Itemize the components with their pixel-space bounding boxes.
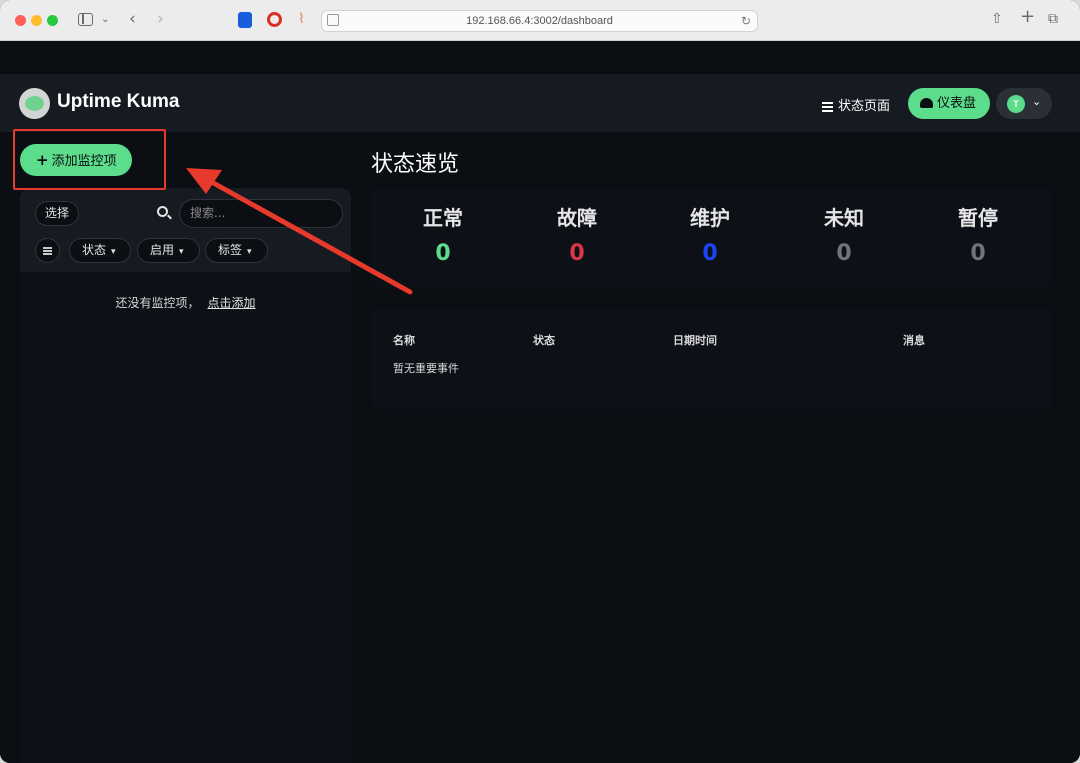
empty-monitor-list: 还没有监控项， 点击添加 [20, 294, 351, 311]
top-strip [0, 41, 1080, 74]
page-title: 状态速览 [371, 152, 460, 177]
tab-overview-icon[interactable]: ⧉ [1048, 11, 1058, 27]
annotation-highlight-box [13, 129, 166, 190]
important-events-card: 名称 状态 日期时间 消息 暂无重要事件 [371, 308, 1052, 410]
active-filter-label: 启用 [150, 243, 175, 257]
chevron-down-icon: ▾ [247, 247, 252, 257]
dashboard-label: 仪表盘 [937, 96, 977, 111]
list-toggle-button[interactable] [35, 238, 60, 263]
zoom-window-button[interactable] [47, 15, 58, 26]
browser-window: ⌄ ‹ › ⌇ 192.168.66.4:3002/dashboard ↻ ⇧ … [0, 0, 1080, 763]
add-monitor-link[interactable]: 点击添加 [208, 296, 256, 310]
chevron-down-icon: ⌄ [1032, 95, 1042, 108]
close-window-button[interactable] [15, 15, 26, 26]
stat-unknown-value: 0 [836, 241, 852, 266]
stat-paused: 暂停 0 [918, 202, 1038, 266]
stat-unknown: 未知 0 [784, 202, 904, 266]
monitor-list-panel: 选择 搜索... 状态 ▾ 启用 ▾ 标签 ▾ 还没有监控项， 点击添加 [20, 188, 351, 763]
browser-toolbar: ⌄ ‹ › ⌇ 192.168.66.4:3002/dashboard ↻ ⇧ … [0, 0, 1080, 41]
stat-unknown-label: 未知 [824, 206, 864, 230]
profile-menu-button[interactable]: T ⌄ [996, 88, 1052, 119]
stat-down: 故障 0 [517, 202, 637, 266]
status-overview-card: 正常 0 故障 0 维护 0 未知 0 暂停 0 [371, 188, 1052, 288]
column-header-name: 名称 [393, 334, 415, 347]
column-header-status: 状态 [533, 334, 555, 347]
status-page-link[interactable]: 状态页面 [822, 95, 890, 114]
back-icon[interactable]: ‹ [129, 11, 136, 28]
address-bar[interactable]: 192.168.66.4:3002/dashboard ↻ [321, 10, 758, 32]
forward-icon[interactable]: › [157, 11, 164, 28]
active-filter[interactable]: 启用 ▾ [137, 238, 200, 263]
chevron-down-icon: ▾ [179, 247, 184, 257]
rss-icon[interactable]: ⌇ [298, 11, 305, 27]
column-header-message: 消息 [903, 334, 925, 347]
column-header-datetime: 日期时间 [673, 334, 717, 347]
dashboard-button[interactable]: 仪表盘 [908, 88, 990, 119]
password-manager-extension-icon[interactable] [238, 12, 252, 28]
status-page-label: 状态页面 [838, 99, 891, 114]
uptime-kuma-logo[interactable] [19, 88, 50, 119]
search-icon [157, 206, 168, 217]
stat-down-value: 0 [569, 241, 585, 266]
page-settings-icon[interactable] [327, 14, 339, 26]
stat-up: 正常 0 [383, 202, 503, 266]
sidebar-toggle-icon[interactable] [78, 13, 93, 26]
new-tab-icon[interactable]: + [1020, 8, 1035, 26]
stat-paused-value: 0 [970, 241, 986, 266]
stat-up-label: 正常 [423, 206, 463, 230]
minimize-window-button[interactable] [31, 15, 42, 26]
monitor-list-header: 选择 搜索... 状态 ▾ 启用 ▾ 标签 ▾ [20, 188, 351, 272]
url-text: 192.168.66.4:3002/dashboard [466, 15, 613, 27]
select-button[interactable]: 选择 [35, 201, 79, 226]
brand-name[interactable]: Uptime Kuma [57, 91, 179, 113]
reload-icon[interactable]: ↻ [741, 11, 751, 31]
chevron-down-icon[interactable]: ⌄ [101, 12, 109, 28]
tags-filter[interactable]: 标签 ▾ [205, 238, 268, 263]
status-filter-label: 状态 [82, 243, 107, 257]
search-input[interactable]: 搜索... [179, 199, 343, 228]
record-extension-icon[interactable] [267, 12, 282, 27]
chevron-down-icon: ▾ [111, 247, 116, 257]
no-events-text: 暂无重要事件 [393, 362, 459, 375]
stat-paused-label: 暂停 [958, 206, 998, 230]
list-icon [822, 100, 833, 114]
tags-filter-label: 标签 [218, 243, 243, 257]
stat-maintenance-value: 0 [702, 241, 718, 266]
stat-maintenance: 维护 0 [650, 202, 770, 266]
avatar: T [1007, 95, 1025, 113]
share-icon[interactable]: ⇧ [991, 11, 1003, 27]
stat-maintenance-label: 维护 [690, 206, 730, 230]
stat-down-label: 故障 [557, 206, 597, 230]
status-filter[interactable]: 状态 ▾ [69, 238, 131, 263]
gauge-icon [920, 98, 933, 108]
stat-up-value: 0 [435, 241, 451, 266]
empty-text: 还没有监控项， [115, 296, 200, 310]
